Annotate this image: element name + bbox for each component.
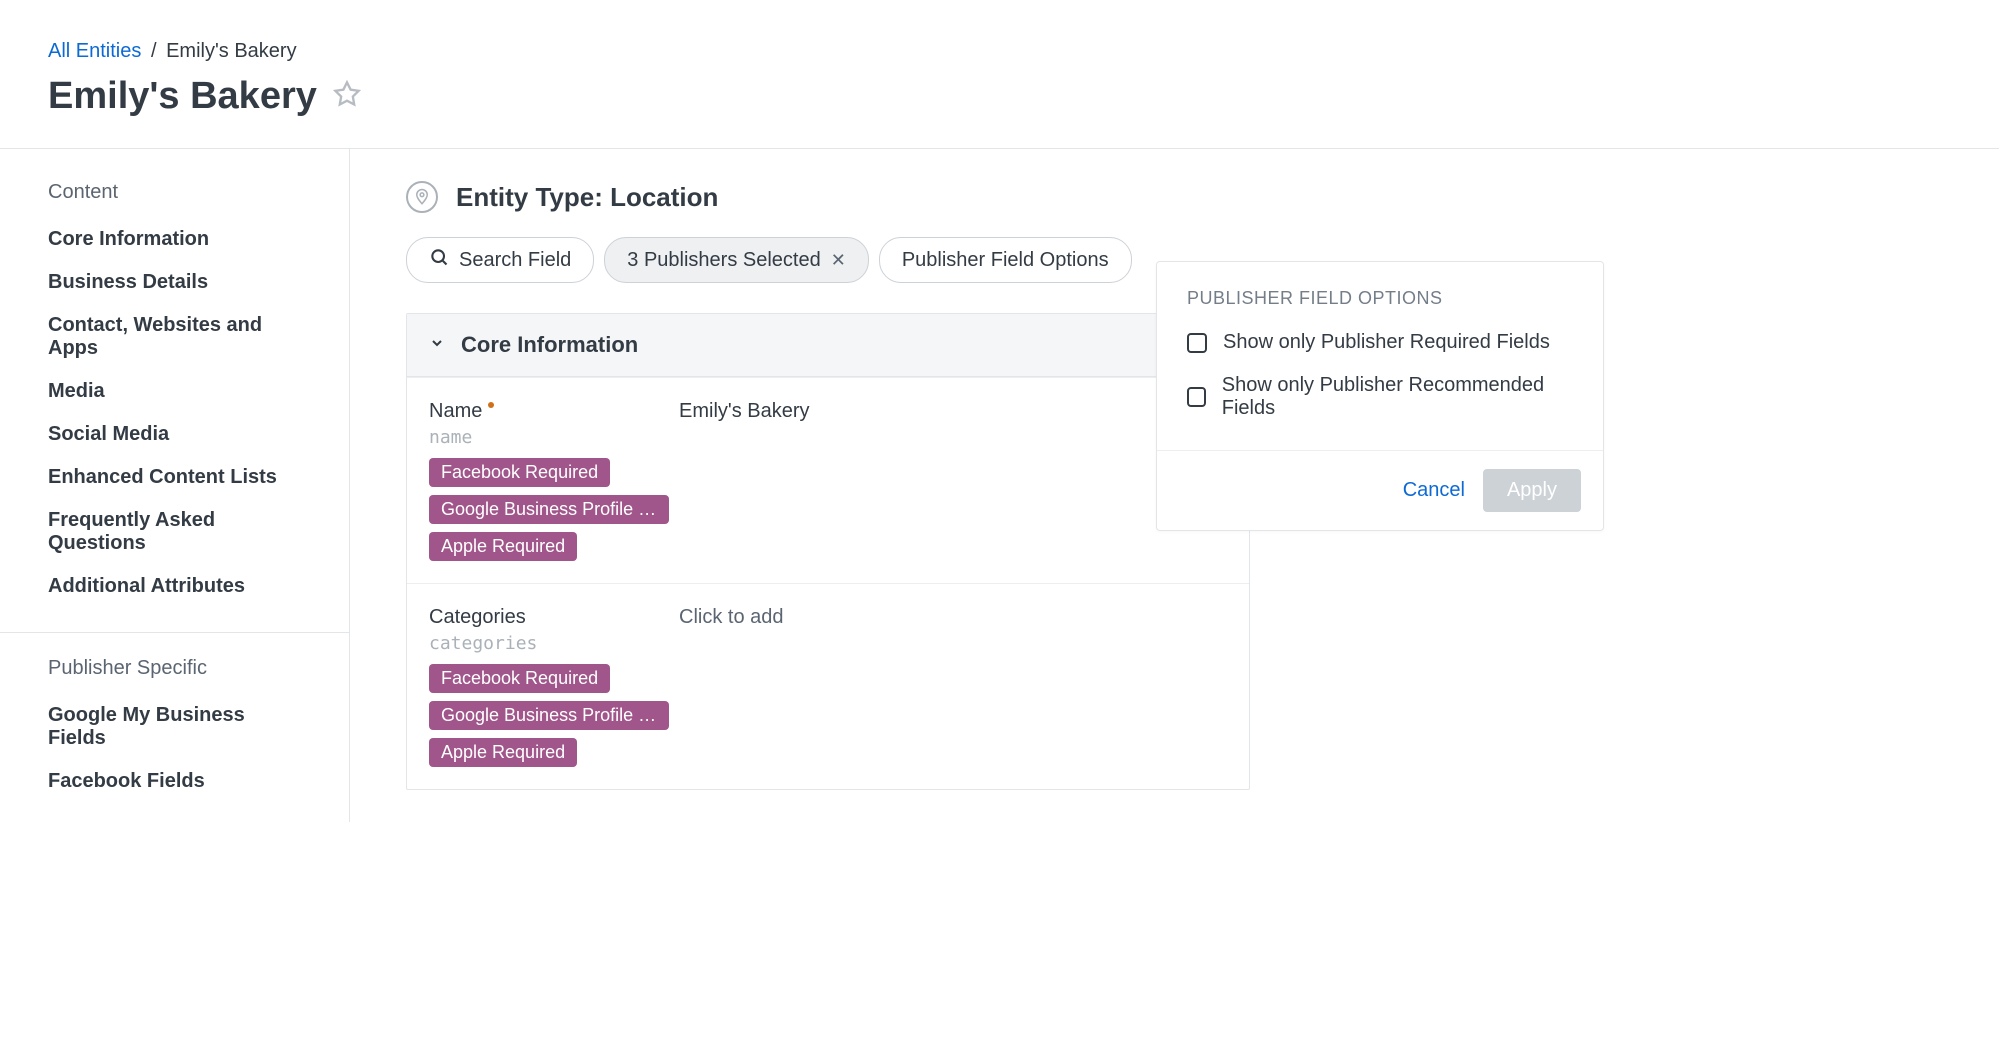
publisher-field-options-popover: PUBLISHER FIELD OPTIONS Show only Publis… xyxy=(1156,261,1604,531)
sidebar-group-content: Content xyxy=(0,181,349,218)
publisher-badge: Apple Required xyxy=(429,738,577,767)
clear-publishers-icon[interactable]: ✕ xyxy=(831,250,846,271)
favorite-star-icon[interactable] xyxy=(333,80,361,113)
option-required-fields[interactable]: Show only Publisher Required Fields xyxy=(1187,331,1573,354)
search-field-label: Search Field xyxy=(459,249,571,272)
cancel-button[interactable]: Cancel xyxy=(1403,479,1465,502)
checkbox-icon[interactable] xyxy=(1187,387,1206,407)
sidebar-item-enhanced-content-lists[interactable]: Enhanced Content Lists xyxy=(0,456,349,499)
publisher-field-options-pill[interactable]: Publisher Field Options xyxy=(879,237,1132,283)
publishers-selected-pill[interactable]: 3 Publishers Selected ✕ xyxy=(604,237,869,283)
sidebar-item-social-media[interactable]: Social Media xyxy=(0,413,349,456)
field-label: Categories xyxy=(429,606,526,629)
chevron-down-icon xyxy=(429,335,445,356)
field-row-name[interactable]: Name name Facebook Required Google Busin… xyxy=(407,377,1249,583)
field-code: name xyxy=(429,427,679,448)
sidebar-item-additional-attributes[interactable]: Additional Attributes xyxy=(0,565,349,608)
field-row-categories[interactable]: Categories categories Facebook Required … xyxy=(407,583,1249,789)
option-label: Show only Publisher Recommended Fields xyxy=(1222,374,1573,420)
sidebar-item-media[interactable]: Media xyxy=(0,370,349,413)
apply-button[interactable]: Apply xyxy=(1483,469,1581,512)
search-field-pill[interactable]: Search Field xyxy=(406,237,594,283)
main-content: Entity Type: Location Search Field 3 Pub… xyxy=(350,149,1999,822)
field-code: categories xyxy=(429,633,679,654)
breadcrumb-separator: / xyxy=(151,40,157,62)
publisher-field-options-label: Publisher Field Options xyxy=(902,249,1109,272)
field-value-placeholder[interactable]: Click to add xyxy=(679,606,784,767)
section-header[interactable]: Core Information xyxy=(407,314,1249,377)
sidebar-group-publisher: Publisher Specific xyxy=(0,657,349,694)
sidebar-item-contact-websites-apps[interactable]: Contact, Websites and Apps xyxy=(0,304,349,370)
sidebar-item-faq[interactable]: Frequently Asked Questions xyxy=(0,499,349,565)
publisher-badge: Google Business Profile Req… xyxy=(429,495,669,524)
field-label: Name xyxy=(429,400,482,423)
breadcrumb-root-link[interactable]: All Entities xyxy=(48,40,141,62)
sidebar-item-facebook-fields[interactable]: Facebook Fields xyxy=(0,760,349,803)
sidebar-item-core-information[interactable]: Core Information xyxy=(0,218,349,261)
popover-title: PUBLISHER FIELD OPTIONS xyxy=(1187,288,1573,309)
location-pin-icon xyxy=(406,181,438,213)
breadcrumb: All Entities / Emily's Bakery xyxy=(48,40,1951,63)
sidebar: Content Core Information Business Detail… xyxy=(0,149,350,822)
publisher-badge: Google Business Profile Req… xyxy=(429,701,669,730)
option-recommended-fields[interactable]: Show only Publisher Recommended Fields xyxy=(1187,374,1573,420)
sidebar-item-google-my-business[interactable]: Google My Business Fields xyxy=(0,694,349,760)
core-information-section: Core Information Name name Facebook Requ… xyxy=(406,313,1250,790)
section-title: Core Information xyxy=(461,332,638,358)
page-title: Emily's Bakery xyxy=(48,75,317,118)
search-icon xyxy=(429,247,449,273)
publisher-badge: Apple Required xyxy=(429,532,577,561)
option-label: Show only Publisher Required Fields xyxy=(1223,331,1550,354)
publisher-badge: Facebook Required xyxy=(429,664,610,693)
breadcrumb-current: Emily's Bakery xyxy=(166,40,297,62)
entity-type-heading: Entity Type: Location xyxy=(456,182,718,213)
publisher-badge: Facebook Required xyxy=(429,458,610,487)
sidebar-item-business-details[interactable]: Business Details xyxy=(0,261,349,304)
field-value: Emily's Bakery xyxy=(679,400,810,561)
required-indicator-icon xyxy=(488,402,494,408)
checkbox-icon[interactable] xyxy=(1187,333,1207,353)
publishers-selected-label: 3 Publishers Selected xyxy=(627,249,820,272)
